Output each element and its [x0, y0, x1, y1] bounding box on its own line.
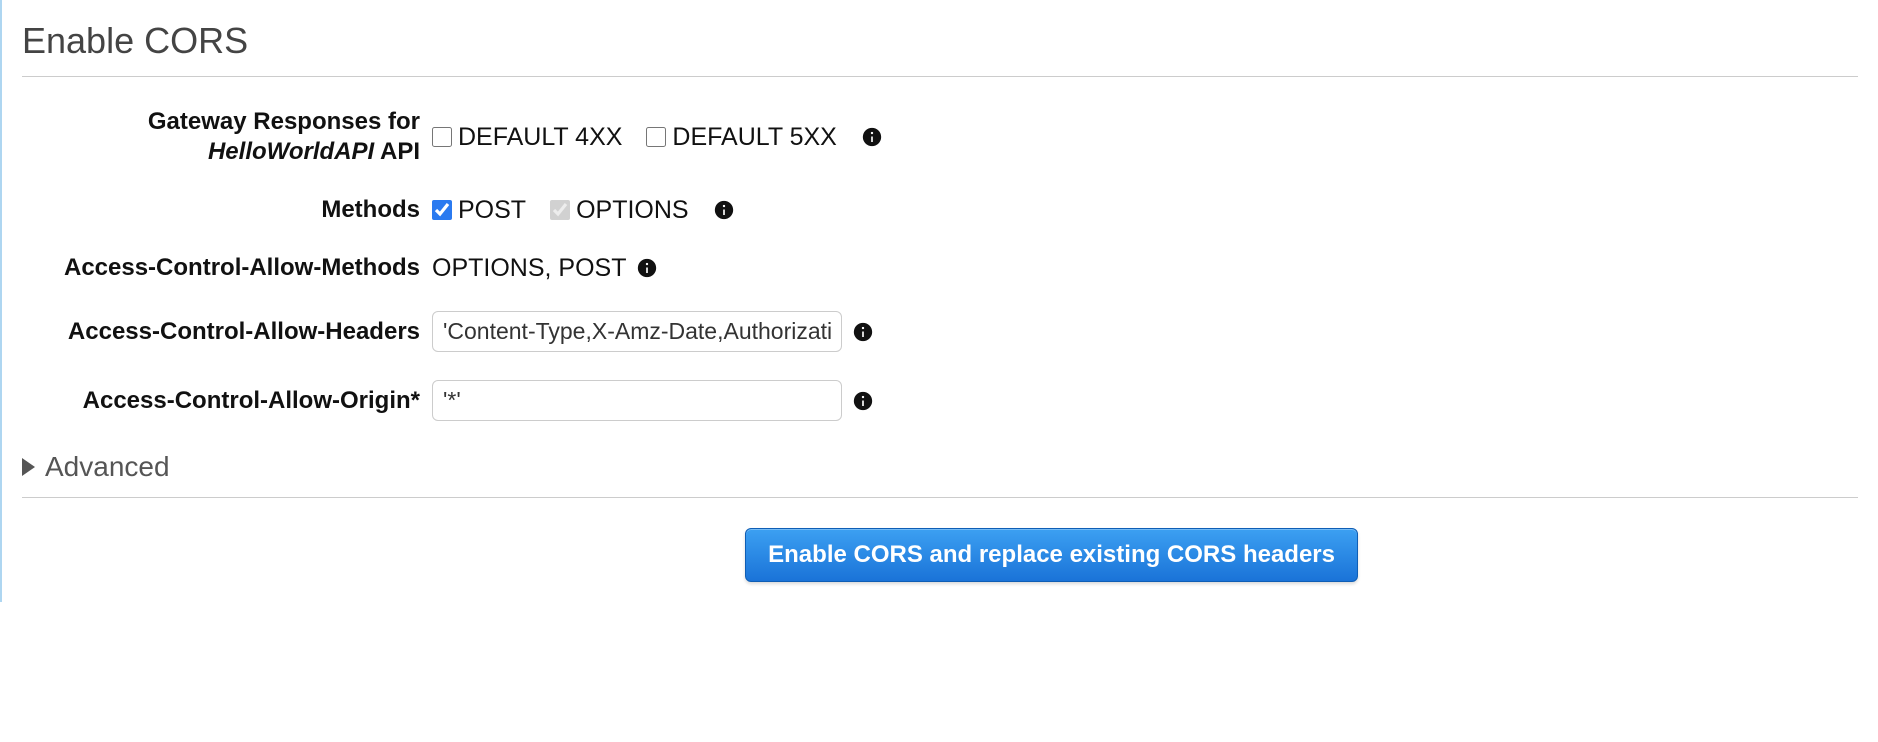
advanced-label: Advanced — [45, 451, 170, 483]
action-row: Enable CORS and replace existing CORS he… — [22, 528, 1858, 582]
checkbox-default-4xx[interactable] — [432, 127, 452, 147]
label-methods: Methods — [22, 195, 432, 225]
label-allow-methods: Access-Control-Allow-Methods — [22, 253, 432, 283]
label-gateway-prefix: Gateway Responses for — [148, 108, 420, 135]
info-icon[interactable] — [852, 390, 874, 412]
allow-methods-value: OPTIONS, POST — [432, 254, 626, 283]
label-allow-headers: Access-Control-Allow-Headers — [22, 317, 432, 347]
checkbox-default-5xx-label: DEFAULT 5XX — [672, 123, 836, 152]
allow-headers-input[interactable] — [432, 311, 842, 352]
label-gateway-suffix: API — [374, 138, 420, 165]
checkbox-default-4xx-wrap[interactable]: DEFAULT 4XX — [432, 123, 622, 152]
row-allow-origin: Access-Control-Allow-Origin* — [22, 380, 1858, 421]
label-allow-origin: Access-Control-Allow-Origin* — [22, 386, 432, 416]
row-methods: Methods POST OPTIONS — [22, 195, 1858, 225]
row-allow-headers: Access-Control-Allow-Headers — [22, 311, 1858, 352]
label-gateway-responses: Gateway Responses for HelloWorldAPI API — [22, 107, 432, 167]
checkbox-default-4xx-label: DEFAULT 4XX — [458, 123, 622, 152]
checkbox-options-wrap: OPTIONS — [550, 196, 689, 225]
divider — [22, 497, 1858, 498]
checkbox-default-5xx[interactable] — [646, 127, 666, 147]
api-name: HelloWorldAPI — [208, 138, 374, 165]
info-icon[interactable] — [852, 321, 874, 343]
allow-origin-input[interactable] — [432, 380, 842, 421]
enable-cors-button[interactable]: Enable CORS and replace existing CORS he… — [745, 528, 1358, 582]
checkbox-options — [550, 200, 570, 220]
divider — [22, 76, 1858, 77]
info-icon[interactable] — [713, 199, 735, 221]
checkbox-default-5xx-wrap[interactable]: DEFAULT 5XX — [646, 123, 836, 152]
advanced-toggle[interactable]: Advanced — [22, 451, 1858, 483]
info-icon[interactable] — [861, 126, 883, 148]
chevron-right-icon — [22, 458, 35, 476]
info-icon[interactable] — [636, 257, 658, 279]
checkbox-post-label: POST — [458, 196, 526, 225]
row-allow-methods: Access-Control-Allow-Methods OPTIONS, PO… — [22, 253, 1858, 283]
row-gateway-responses: Gateway Responses for HelloWorldAPI API … — [22, 107, 1858, 167]
checkbox-post[interactable] — [432, 200, 452, 220]
page-title: Enable CORS — [22, 20, 1858, 62]
checkbox-post-wrap[interactable]: POST — [432, 196, 526, 225]
checkbox-options-label: OPTIONS — [576, 196, 689, 225]
